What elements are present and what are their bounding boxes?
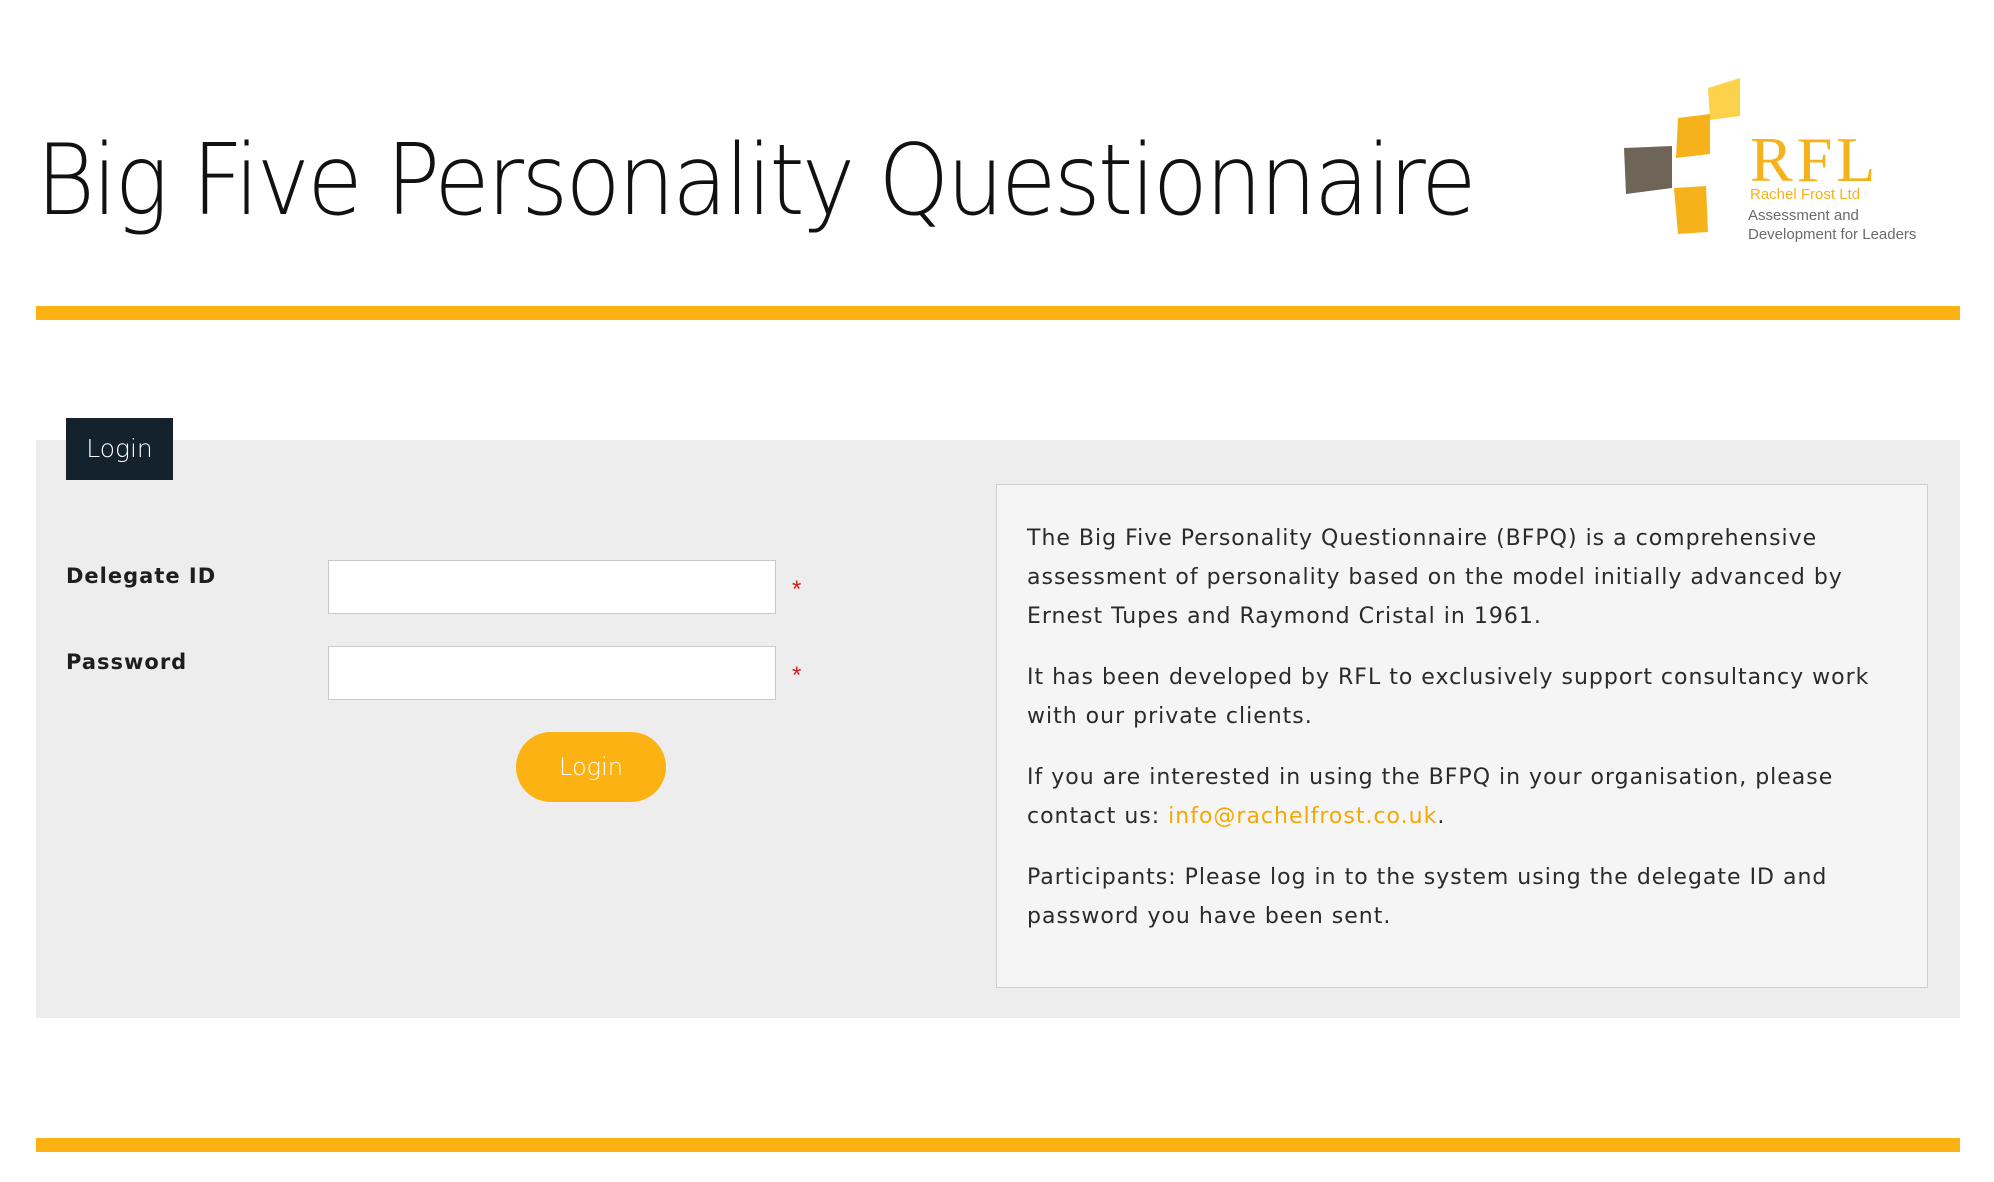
password-label: Password: [66, 650, 188, 674]
info-paragraph-2: It has been developed by RFL to exclusiv…: [1027, 665, 1870, 729]
info-paragraph-3: If you are interested in using the BFPQ …: [1027, 758, 1897, 836]
contact-email-link[interactable]: info@rachelfrost.co.uk: [1168, 804, 1437, 829]
info-paragraph-1: The Big Five Personality Questionnaire (…: [1027, 526, 1843, 629]
login-button[interactable]: Login: [516, 732, 666, 802]
delegate-id-input[interactable]: [328, 560, 776, 614]
logo-mark-icon: [1624, 78, 1740, 234]
company-logo: RFL Rachel Frost Ltd Assessment and Deve…: [1620, 76, 1940, 246]
info-paragraph-4: Participants: Please log in to the syste…: [1027, 865, 1828, 929]
info-contact-suffix: .: [1437, 804, 1446, 829]
logo-rfl-text: RFL: [1750, 124, 1880, 195]
logo-tagline: Assessment and Development for Leaders: [1748, 207, 1917, 243]
password-input[interactable]: [328, 646, 776, 700]
header-divider: [36, 306, 1960, 320]
page-title: Big Five Personality Questionnaire: [36, 124, 1477, 238]
info-box: The Big Five Personality Questionnaire (…: [996, 484, 1928, 988]
password-required-marker: *: [792, 662, 802, 689]
tab-login[interactable]: Login: [66, 418, 173, 480]
delegate-id-label: Delegate ID: [66, 564, 217, 588]
footer-divider: [36, 1138, 1960, 1152]
logo-company-name: Rachel Frost Ltd: [1750, 186, 1861, 203]
delegate-id-required-marker: *: [792, 576, 802, 603]
